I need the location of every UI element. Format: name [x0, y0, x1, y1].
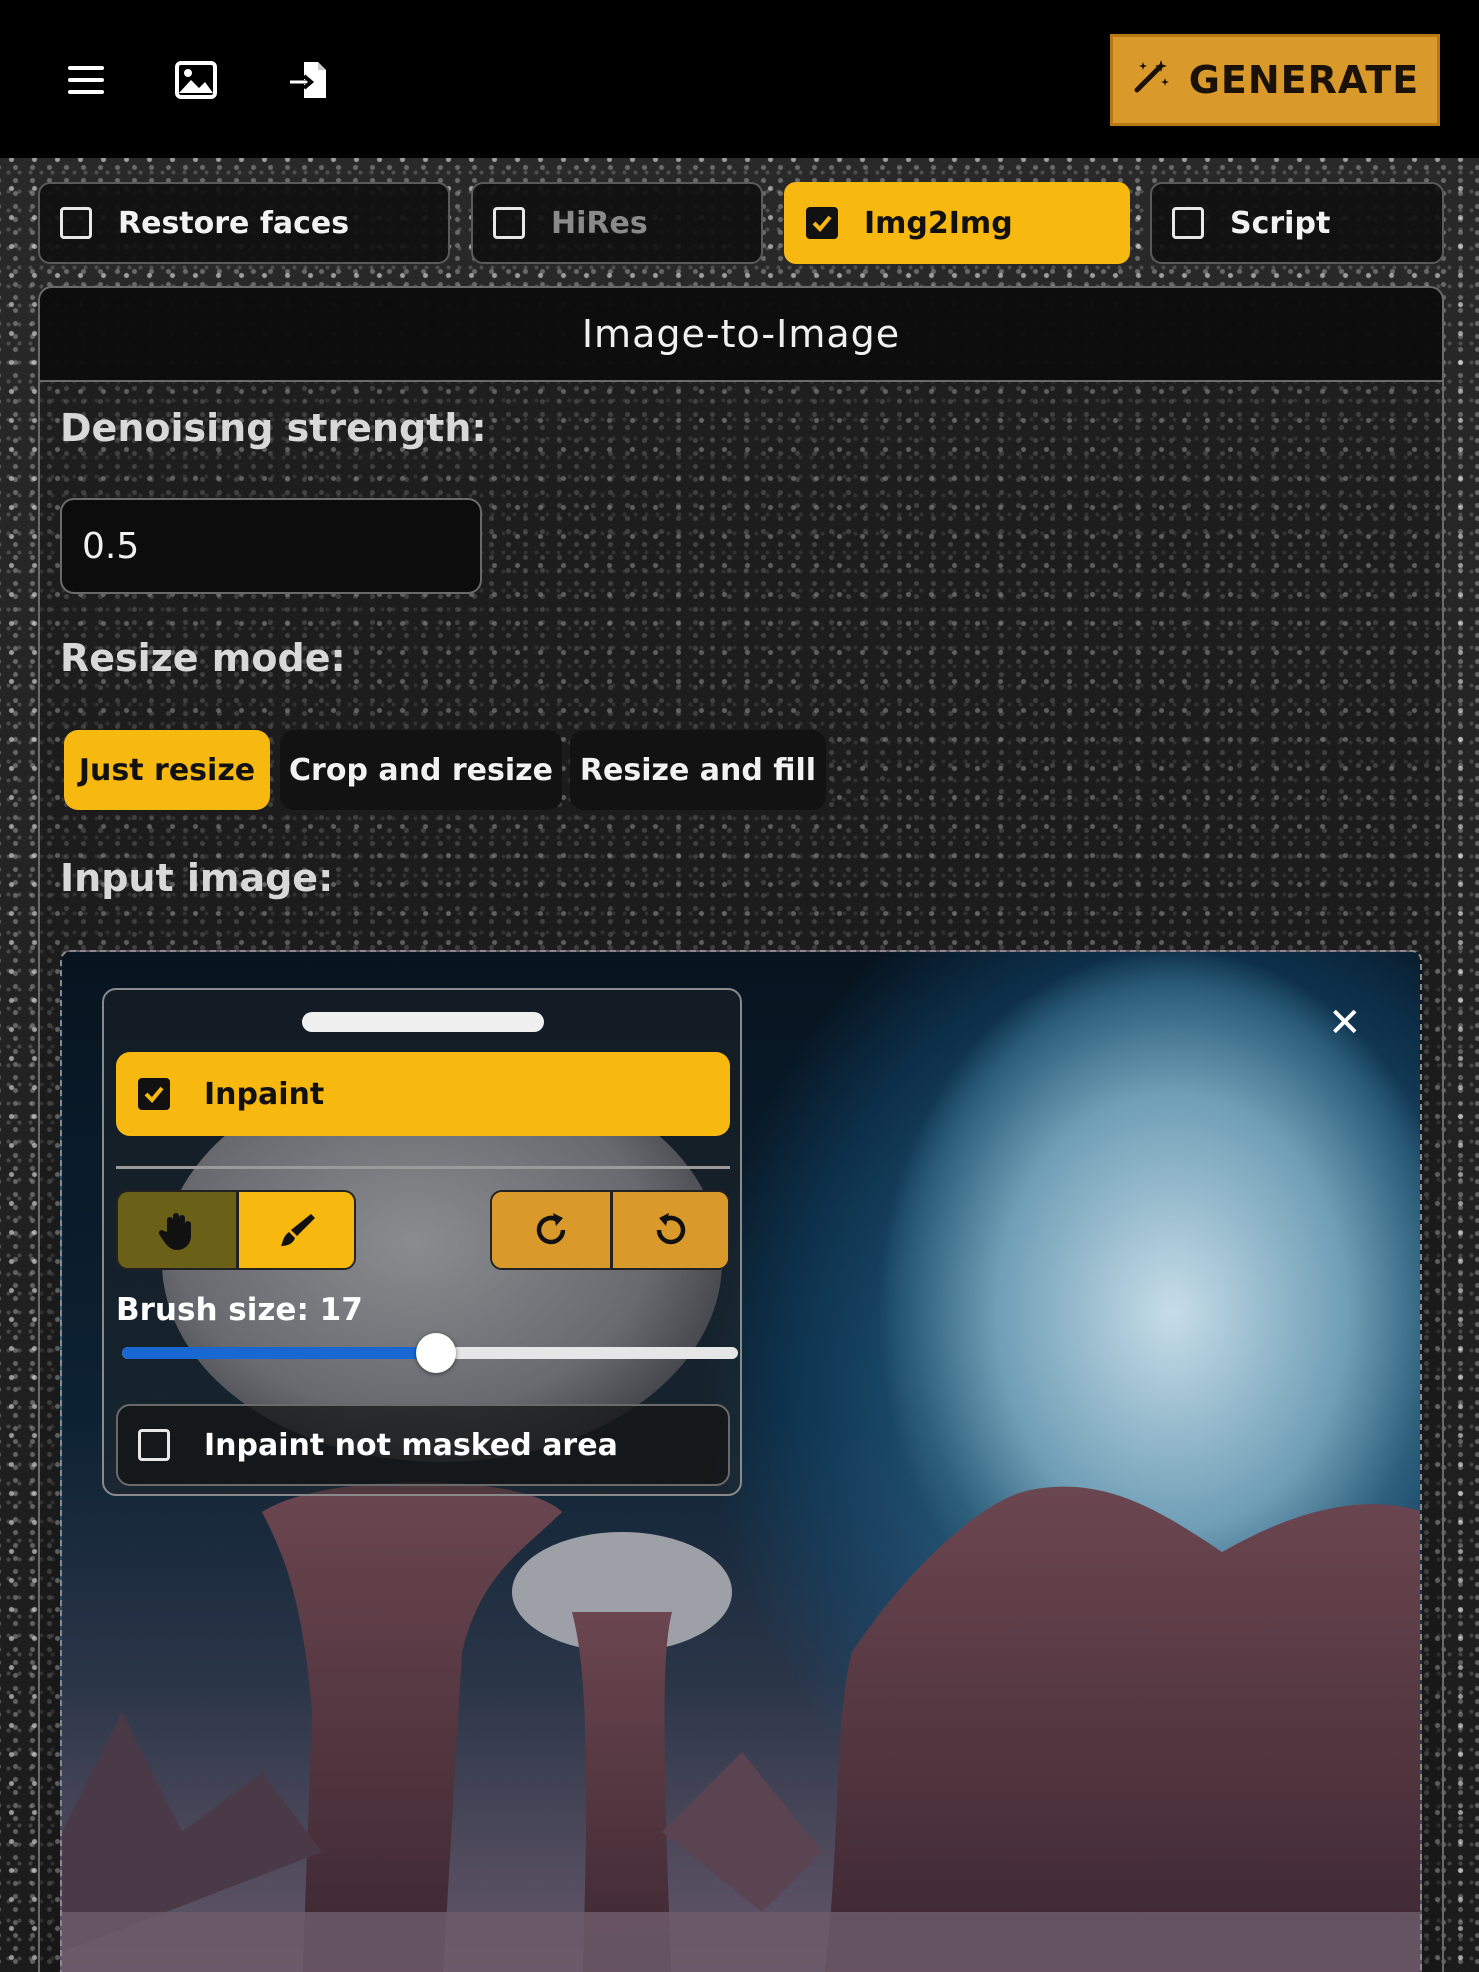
undo-icon[interactable] — [610, 1192, 728, 1268]
tool-mode-group — [116, 1190, 356, 1270]
drag-handle[interactable] — [302, 1012, 544, 1032]
brush-size-label: Brush size: 17 — [116, 1292, 363, 1328]
file-import-icon[interactable] — [280, 52, 336, 108]
magic-wand-icon — [1131, 56, 1171, 105]
inpaint-toggle[interactable]: Inpaint — [116, 1052, 730, 1136]
checkbox-icon[interactable] — [1172, 207, 1204, 239]
inpaint-not-masked-label: Inpaint not masked area — [204, 1427, 618, 1463]
denoising-label: Denoising strength: — [60, 406, 487, 450]
redo-icon[interactable] — [492, 1192, 610, 1268]
brush-icon[interactable] — [236, 1192, 354, 1268]
resize-mode-label: Resize mode: — [60, 636, 346, 680]
divider — [116, 1166, 730, 1169]
checkbox-icon[interactable] — [138, 1429, 170, 1461]
checkbox-checked-icon[interactable] — [138, 1078, 170, 1110]
checkbox-icon[interactable] — [493, 207, 525, 239]
script-toggle[interactable]: Script — [1150, 182, 1444, 264]
image-icon[interactable] — [168, 52, 224, 108]
hires-label: HiRes — [551, 205, 648, 241]
img2img-label: Img2Img — [864, 205, 1013, 241]
restore-faces-toggle[interactable]: Restore faces — [38, 182, 450, 264]
generate-label: GENERATE — [1188, 58, 1420, 102]
inpaint-tools-panel: Inpaint Brush size: 17 Inpaint not maske… — [102, 988, 742, 1496]
hamburger-menu-icon[interactable] — [58, 52, 114, 108]
slider-fill — [122, 1347, 437, 1359]
resize-and-fill-button[interactable]: Resize and fill — [570, 730, 826, 810]
history-group — [490, 1190, 730, 1270]
denoising-strength-input[interactable]: 0.5 — [60, 498, 482, 594]
crop-and-resize-button[interactable]: Crop and resize — [280, 730, 562, 810]
generate-button[interactable]: GENERATE — [1110, 34, 1440, 126]
denoising-value: 0.5 — [82, 525, 140, 567]
inpaint-label: Inpaint — [204, 1076, 325, 1112]
checkbox-checked-icon[interactable] — [806, 207, 838, 239]
inpaint-not-masked-toggle[interactable]: Inpaint not masked area — [116, 1404, 730, 1486]
hires-toggle[interactable]: HiRes — [471, 182, 763, 264]
top-bar: GENERATE — [0, 0, 1479, 158]
restore-faces-label: Restore faces — [118, 205, 350, 241]
input-image-label: Input image: — [60, 856, 334, 900]
img2img-toggle[interactable]: Img2Img — [784, 182, 1130, 264]
just-resize-button[interactable]: Just resize — [64, 730, 270, 810]
brush-size-slider[interactable] — [122, 1333, 738, 1373]
close-icon[interactable]: ✕ — [1328, 1000, 1362, 1046]
checkbox-icon[interactable] — [60, 207, 92, 239]
slider-thumb[interactable] — [416, 1333, 457, 1373]
hand-pan-icon[interactable] — [118, 1192, 236, 1268]
script-label: Script — [1230, 205, 1331, 241]
panel-title: Image-to-Image — [40, 288, 1442, 382]
